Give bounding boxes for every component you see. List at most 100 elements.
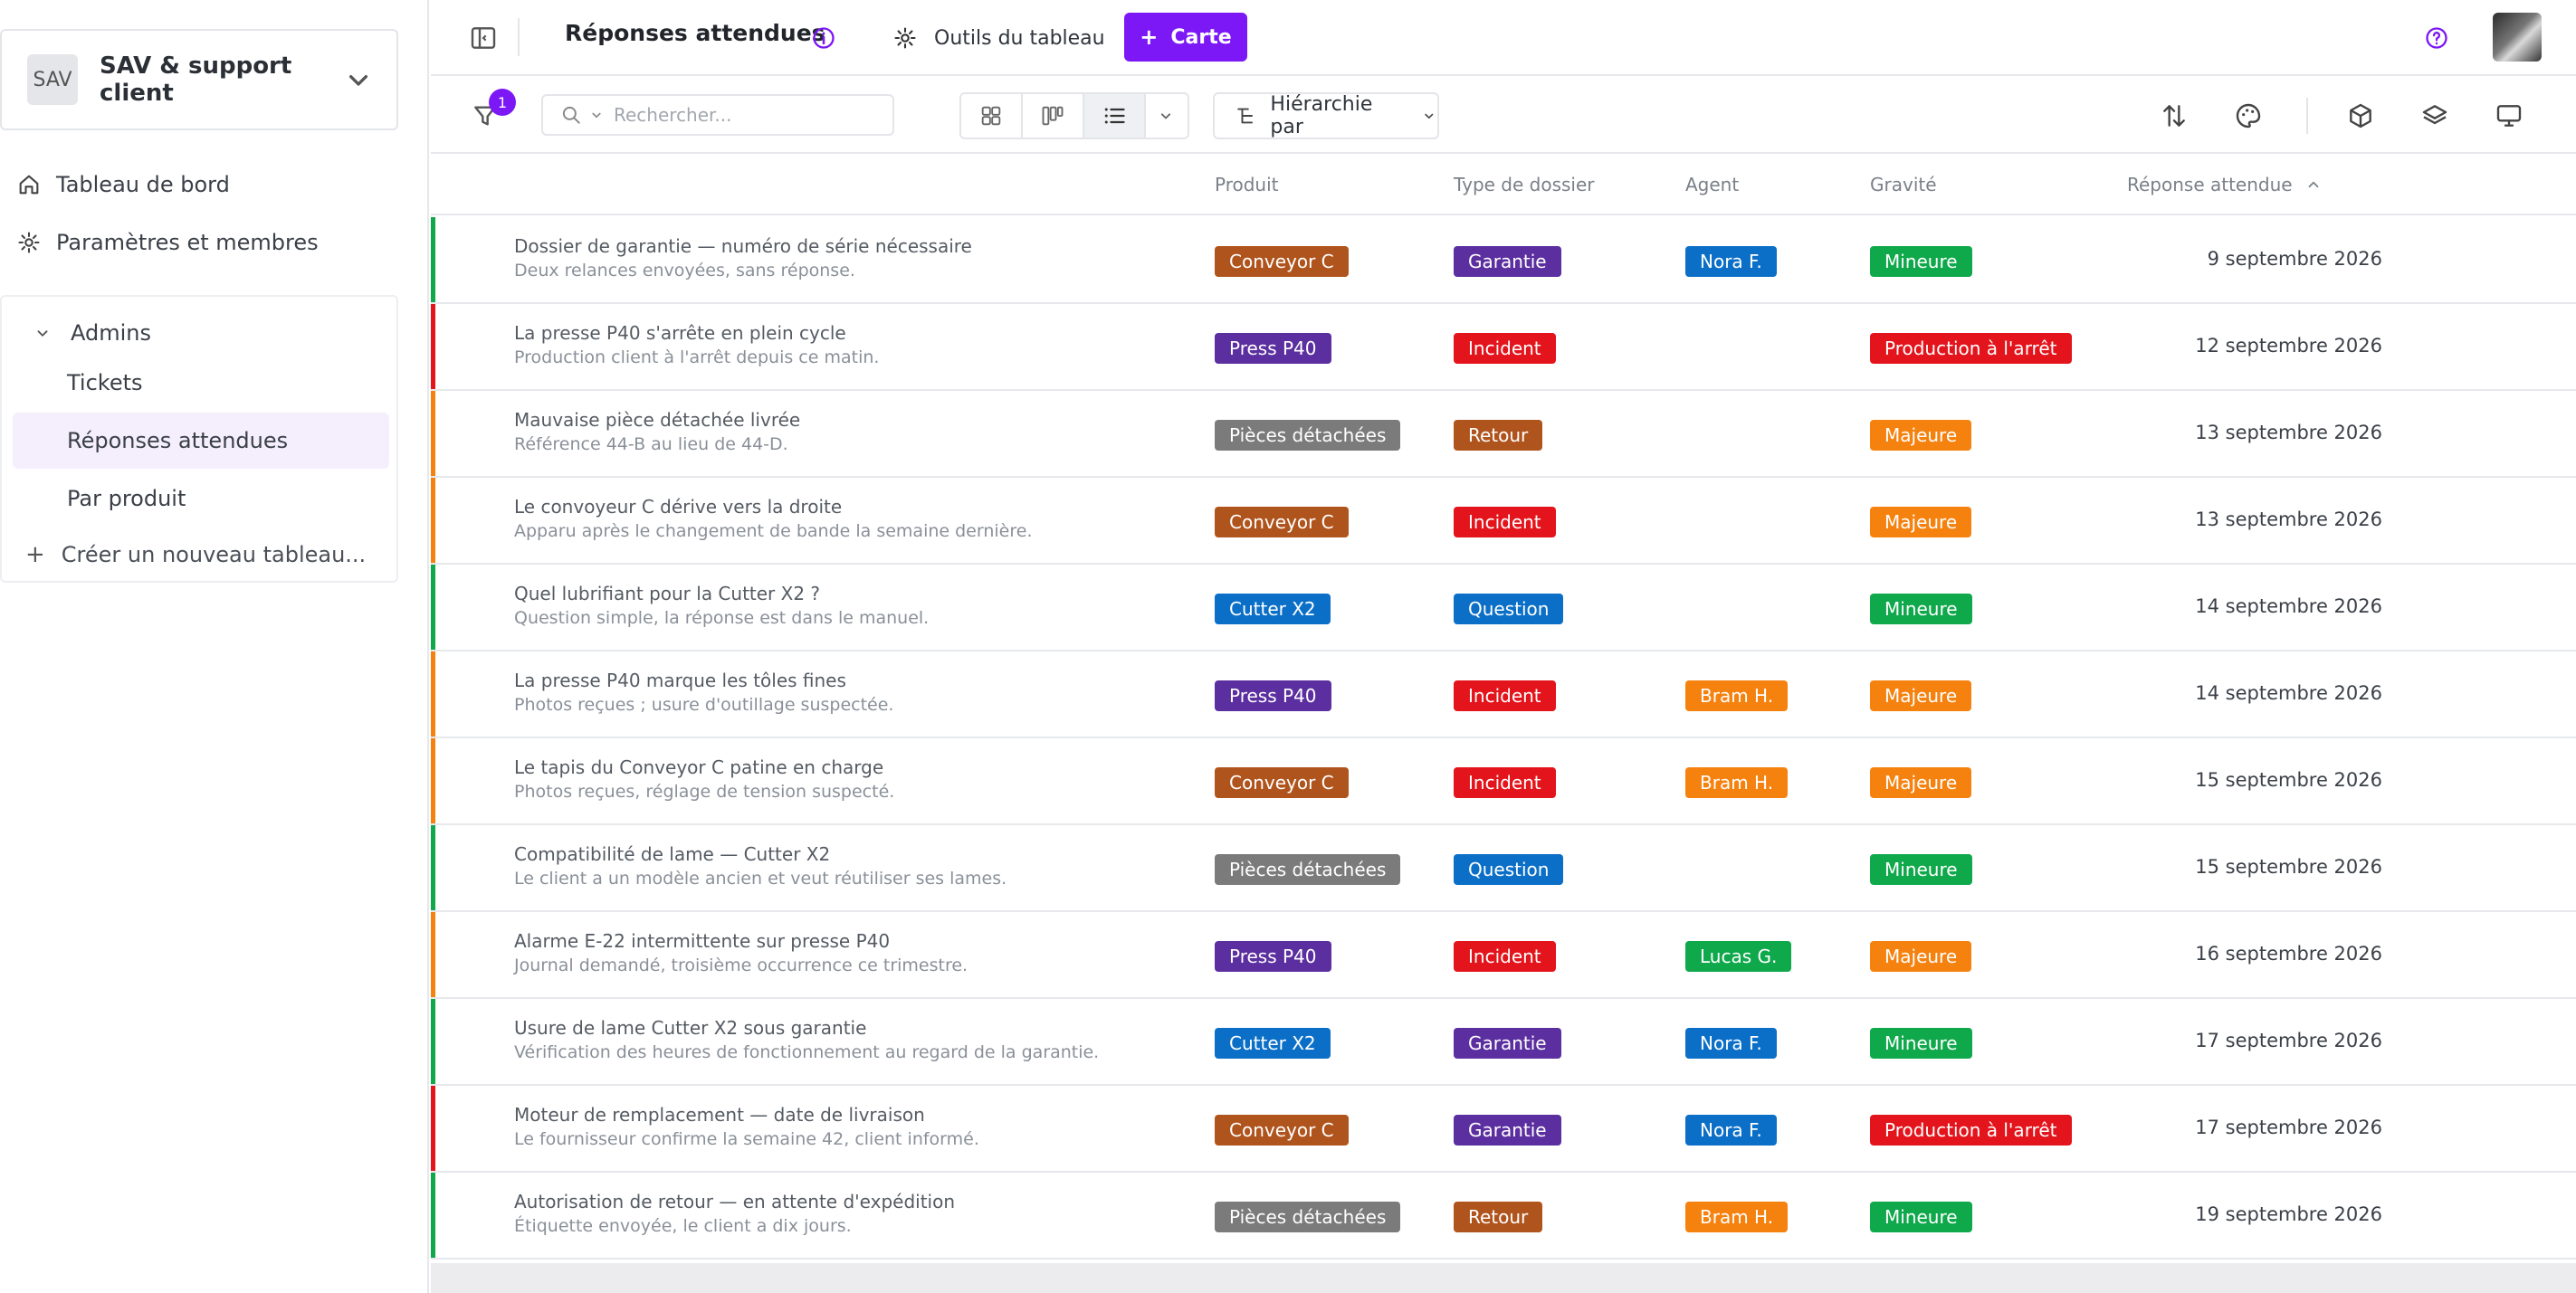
board-link-par-produit[interactable]: Par produit: [13, 471, 389, 527]
row-title[interactable]: Quel lubrifiant pour la Cutter X2 ?: [514, 583, 820, 604]
agent-tag[interactable]: Bram H.: [1685, 680, 1789, 711]
agent-tag[interactable]: Nora F.: [1685, 1028, 1777, 1059]
product-tag[interactable]: Conveyor C: [1215, 246, 1349, 277]
hierarchy-button[interactable]: Hiérarchie par: [1213, 92, 1439, 139]
type-tag[interactable]: Question: [1454, 594, 1564, 624]
type-tag[interactable]: Incident: [1454, 941, 1556, 972]
severity-tag[interactable]: Production à l'arrêt: [1870, 333, 2072, 364]
table-row[interactable]: Dossier de garantie — numéro de série né…: [431, 217, 2576, 304]
severity-tag[interactable]: Mineure: [1870, 1202, 1972, 1232]
monitor-icon[interactable]: [2495, 101, 2524, 130]
add-card-button[interactable]: + Carte: [1124, 13, 1247, 62]
create-board-link[interactable]: + Créer un nouveau tableau...: [25, 541, 366, 568]
nav-settings[interactable]: Paramètres et membres: [16, 223, 319, 262]
column-header-due[interactable]: Réponse attendue: [2127, 174, 2322, 195]
table-row[interactable]: Le tapis du Conveyor C patine en charge P…: [431, 738, 2576, 825]
type-tag[interactable]: Incident: [1454, 767, 1556, 798]
severity-tag[interactable]: Majeure: [1870, 941, 1972, 972]
nav-dashboard[interactable]: Tableau de bord: [16, 165, 230, 204]
severity-tag[interactable]: Majeure: [1870, 767, 1972, 798]
row-title[interactable]: Mauvaise pièce détachée livrée: [514, 409, 800, 431]
product-tag[interactable]: Pièces détachées: [1215, 420, 1401, 451]
severity-tag[interactable]: Majeure: [1870, 420, 1972, 451]
view-more-button[interactable]: [1146, 94, 1186, 138]
user-avatar[interactable]: [2493, 13, 2542, 62]
table-row[interactable]: Quel lubrifiant pour la Cutter X2 ? Quest…: [431, 565, 2576, 651]
product-tag[interactable]: Press P40: [1215, 333, 1331, 364]
severity-tag[interactable]: Mineure: [1870, 594, 1972, 624]
column-header-product[interactable]: Produit: [1215, 174, 1279, 195]
table-row[interactable]: La presse P40 marque les tôles fines Phot…: [431, 651, 2576, 738]
column-header-type[interactable]: Type de dossier: [1454, 174, 1595, 195]
row-title[interactable]: Autorisation de retour — en attente d'ex…: [514, 1191, 955, 1212]
product-tag[interactable]: Pièces détachées: [1215, 854, 1401, 885]
product-tag[interactable]: Press P40: [1215, 680, 1331, 711]
table-row[interactable]: Alarme E-22 intermittente sur presse P40…: [431, 912, 2576, 999]
view-grid-button[interactable]: [961, 94, 1023, 138]
view-list-button[interactable]: [1084, 94, 1146, 138]
table-row[interactable]: Mauvaise pièce détachée livrée Référence …: [431, 391, 2576, 478]
chevron-down-icon[interactable]: [588, 107, 605, 123]
table-row[interactable]: Compatibilité de lame — Cutter X2 Le clie…: [431, 825, 2576, 912]
product-tag[interactable]: Conveyor C: [1215, 1115, 1349, 1146]
board-link-reponses-attendues[interactable]: Réponses attendues: [13, 413, 389, 469]
product-tag[interactable]: Cutter X2: [1215, 594, 1331, 624]
row-title[interactable]: Alarme E-22 intermittente sur presse P40: [514, 930, 890, 952]
palette-icon[interactable]: [2234, 101, 2263, 130]
table-row[interactable]: Le convoyeur C dérive vers la droite Appa…: [431, 478, 2576, 565]
sort-icon[interactable]: [2160, 101, 2189, 130]
gear-icon: [18, 232, 40, 253]
help-icon[interactable]: [2424, 25, 2449, 51]
severity-tag[interactable]: Mineure: [1870, 1028, 1972, 1059]
type-tag[interactable]: Question: [1454, 854, 1564, 885]
agent-tag[interactable]: Lucas G.: [1685, 941, 1792, 972]
product-tag[interactable]: Cutter X2: [1215, 1028, 1331, 1059]
row-title[interactable]: La presse P40 s'arrête en plein cycle: [514, 322, 846, 344]
cube-icon[interactable]: [2346, 101, 2375, 130]
workspace-switcher[interactable]: SAV SAV & support client: [0, 29, 398, 130]
agent-tag[interactable]: Bram H.: [1685, 767, 1789, 798]
column-header-severity[interactable]: Gravité: [1870, 174, 1937, 195]
row-title[interactable]: Moteur de remplacement — date de livrais…: [514, 1104, 925, 1126]
table-row[interactable]: Usure de lame Cutter X2 sous garantie Vér…: [431, 999, 2576, 1086]
agent-tag[interactable]: Bram H.: [1685, 1202, 1789, 1232]
row-title[interactable]: Le tapis du Conveyor C patine en charge: [514, 756, 883, 778]
table-row[interactable]: Autorisation de retour — en attente d'ex…: [431, 1173, 2576, 1260]
severity-tag[interactable]: Majeure: [1870, 507, 1972, 537]
type-tag[interactable]: Incident: [1454, 333, 1556, 364]
sidebar-toggle-icon[interactable]: [469, 24, 498, 52]
row-title[interactable]: Compatibilité de lame — Cutter X2: [514, 843, 830, 865]
column-header-agent[interactable]: Agent: [1685, 174, 1739, 195]
severity-tag[interactable]: Production à l'arrêt: [1870, 1115, 2072, 1146]
search-input[interactable]: [614, 104, 849, 126]
row-title[interactable]: Le convoyeur C dérive vers la droite: [514, 496, 842, 518]
product-tag[interactable]: Conveyor C: [1215, 507, 1349, 537]
type-tag[interactable]: Retour: [1454, 420, 1543, 451]
product-tag[interactable]: Pièces détachées: [1215, 1202, 1401, 1232]
severity-tag[interactable]: Majeure: [1870, 680, 1972, 711]
type-tag[interactable]: Garantie: [1454, 1115, 1561, 1146]
view-kanban-button[interactable]: [1023, 94, 1084, 138]
row-title[interactable]: Dossier de garantie — numéro de série né…: [514, 235, 972, 257]
board-link-tickets[interactable]: Tickets: [13, 355, 389, 411]
admins-group-toggle[interactable]: Admins: [33, 313, 151, 353]
type-tag[interactable]: Garantie: [1454, 246, 1561, 277]
table-row[interactable]: Moteur de remplacement — date de livrais…: [431, 1086, 2576, 1173]
agent-tag[interactable]: Nora F.: [1685, 1115, 1777, 1146]
product-tag[interactable]: Press P40: [1215, 941, 1331, 972]
layers-icon[interactable]: [2420, 101, 2449, 130]
row-title[interactable]: La presse P40 marque les tôles fines: [514, 670, 846, 691]
row-subtitle: Production client à l'arrêt depuis ce ma…: [514, 347, 880, 367]
severity-tag[interactable]: Mineure: [1870, 854, 1972, 885]
type-tag[interactable]: Incident: [1454, 507, 1556, 537]
info-icon[interactable]: [811, 25, 836, 51]
type-tag[interactable]: Retour: [1454, 1202, 1543, 1232]
agent-tag[interactable]: Nora F.: [1685, 246, 1777, 277]
type-tag[interactable]: Garantie: [1454, 1028, 1561, 1059]
board-tools-button[interactable]: Outils du tableau: [892, 18, 1105, 58]
type-tag[interactable]: Incident: [1454, 680, 1556, 711]
row-title[interactable]: Usure de lame Cutter X2 sous garantie: [514, 1017, 866, 1039]
table-row[interactable]: La presse P40 s'arrête en plein cycle Pro…: [431, 304, 2576, 391]
severity-tag[interactable]: Mineure: [1870, 246, 1972, 277]
product-tag[interactable]: Conveyor C: [1215, 767, 1349, 798]
